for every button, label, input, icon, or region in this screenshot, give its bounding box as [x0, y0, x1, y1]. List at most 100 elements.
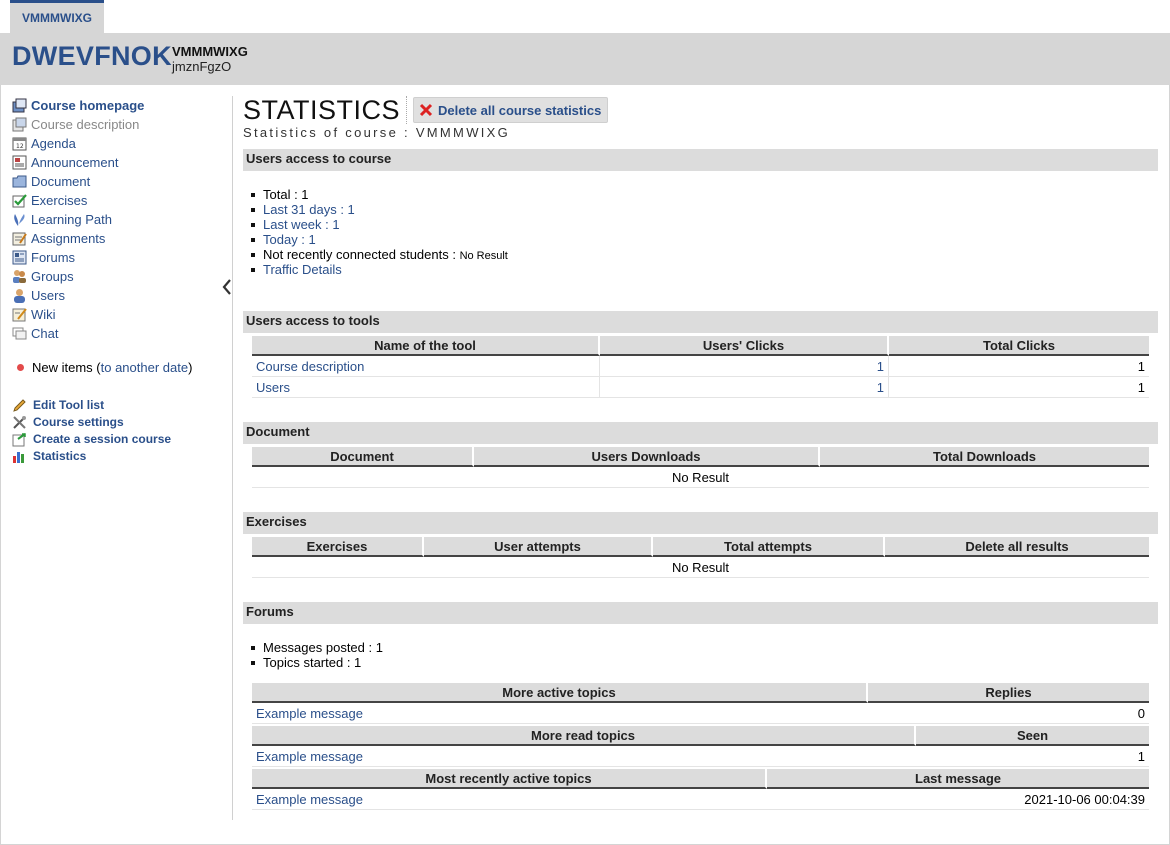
delete-x-icon [419, 103, 433, 117]
users-clicks-cell[interactable]: 1 [600, 356, 889, 377]
sidebar-item-learning-path[interactable]: Learning Path [12, 210, 227, 229]
sidebar-item-label: Course homepage [31, 98, 145, 113]
topic-cell[interactable]: Example message [252, 703, 868, 724]
col-total-clicks: Total Clicks [889, 336, 1149, 356]
sidebar-item-chat[interactable]: Chat [12, 324, 227, 343]
sidebar-divider [232, 96, 233, 820]
replies-cell: 0 [868, 703, 1149, 724]
empty-cell: No Result [252, 557, 1149, 578]
access-total: Total : 1 [251, 187, 508, 202]
sidebar-item-announcement[interactable]: Announcement [12, 153, 227, 172]
col-more-active-topics: More active topics [252, 683, 868, 703]
col-total-downloads: Total Downloads [820, 447, 1149, 467]
topics-started: Topics started : 1 [251, 655, 383, 670]
access-not-recent: Not recently connected students : No Res… [251, 247, 508, 262]
section-users-access-course: Users access to course [243, 149, 1158, 171]
section-forums: Forums [243, 602, 1158, 624]
document-table: Document Users Downloads Total Downloads… [252, 447, 1149, 488]
calendar-icon: 12 [12, 137, 27, 151]
exercises-table: Exercises User attempts Total attempts D… [252, 537, 1149, 578]
course-code: VMMMWIXG [172, 44, 248, 59]
traffic-details-link[interactable]: Traffic Details [263, 262, 342, 277]
last-week-link[interactable]: Last week : 1 [263, 217, 340, 232]
access-today[interactable]: Today : 1 [251, 232, 508, 247]
today-link[interactable]: Today : 1 [263, 232, 316, 247]
col-total-attempts: Total attempts [653, 537, 885, 557]
messages-posted: Messages posted : 1 [251, 640, 383, 655]
active-topics-table: More active topics Replies Example messa… [252, 683, 1149, 724]
access-traffic[interactable]: Traffic Details [251, 262, 508, 277]
col-document: Document [252, 447, 474, 467]
access-total-label: Total : [263, 187, 302, 202]
home-icon [12, 98, 27, 113]
learning-path-icon [14, 214, 25, 226]
sidebar-item-wiki[interactable]: Wiki [12, 305, 227, 324]
topic-cell[interactable]: Example message [252, 746, 916, 767]
tool-link[interactable]: Users [256, 380, 290, 395]
course-settings-link[interactable]: Course settings [12, 414, 227, 431]
tool-name-cell[interactable]: Users [252, 377, 600, 398]
sidebar-item-label: Chat [31, 326, 59, 341]
user-icon [14, 289, 25, 303]
tool-name-cell[interactable]: Course description [252, 356, 600, 377]
admin-item-label: Course settings [33, 415, 124, 429]
table-row: Users 1 1 [252, 377, 1149, 398]
topic-link[interactable]: Example message [256, 749, 363, 764]
col-users-downloads: Users Downloads [474, 447, 820, 467]
access-list: Total : 1 Last 31 days : 1 Last week : 1… [251, 187, 508, 277]
empty-cell: No Result [252, 467, 1149, 488]
sidebar-item-exercises[interactable]: Exercises [12, 191, 227, 210]
col-user-attempts: User attempts [424, 537, 653, 557]
users-clicks-link[interactable]: 1 [877, 380, 884, 395]
table-row: Example message 1 [252, 746, 1149, 767]
create-session-course-link[interactable]: Create a session course [12, 431, 227, 448]
topic-link[interactable]: Example message [256, 706, 363, 721]
new-items-suffix: ) [188, 359, 193, 375]
total-clicks-cell: 1 [889, 377, 1149, 398]
table-row: Example message 2021-10-06 00:04:39 [252, 789, 1149, 810]
last-31-days-link[interactable]: Last 31 days : 1 [263, 202, 355, 217]
topic-cell[interactable]: Example message [252, 789, 767, 810]
sidebar-item-assignments[interactable]: Assignments [12, 229, 227, 248]
edit-tool-list-link[interactable]: Edit Tool list [12, 397, 227, 414]
sidebar-item-agenda[interactable]: 12 Agenda [12, 134, 227, 153]
sidebar-item-label: Learning Path [31, 212, 112, 227]
sidebar-item-document[interactable]: Document [12, 172, 227, 191]
tool-link[interactable]: Course description [256, 359, 364, 374]
sidebar-item-label: Wiki [31, 307, 56, 322]
table-header-row: Name of the tool Users' Clicks Total Cli… [252, 336, 1149, 356]
svg-text:12: 12 [16, 143, 24, 150]
admin-item-label: Statistics [33, 449, 87, 463]
delete-all-stats-label: Delete all course statistics [438, 102, 602, 118]
table-row: No Result [252, 467, 1149, 488]
sidebar-item-course-homepage[interactable]: Course homepage [12, 96, 227, 115]
admin-tools: Edit Tool list Course settings Create a … [12, 397, 227, 465]
sidebar-item-forums[interactable]: Forums [12, 248, 227, 267]
table-header-row: Most recently active topics Last message [252, 769, 1149, 789]
users-clicks-cell[interactable]: 1 [600, 377, 889, 398]
site-title[interactable]: DWEVFNOK [12, 41, 172, 72]
table-header-row: More read topics Seen [252, 726, 1149, 746]
col-more-read-topics: More read topics [252, 726, 916, 746]
main-content: STATISTICS Delete all course statistics … [243, 94, 1158, 810]
table-header-row: Document Users Downloads Total Downloads [252, 447, 1149, 467]
delete-all-stats-button[interactable]: Delete all course statistics [413, 97, 609, 123]
seen-cell: 1 [916, 746, 1149, 767]
sidebar-item-label: Forums [31, 250, 76, 265]
sidebar-item-users[interactable]: Users [12, 286, 227, 305]
access-last-31-days[interactable]: Last 31 days : 1 [251, 202, 508, 217]
course-tab[interactable]: VMMMWIXG [10, 0, 104, 33]
another-date-link[interactable]: to another date [101, 360, 188, 375]
access-last-week[interactable]: Last week : 1 [251, 217, 508, 232]
sidebar: Course homepage Course description 12 Ag… [12, 96, 227, 465]
sidebar-item-course-description[interactable]: Course description [12, 115, 227, 134]
forum-stats-list: Messages posted : 1 Topics started : 1 [251, 640, 383, 670]
topic-link[interactable]: Example message [256, 792, 363, 807]
admin-item-label: Create a session course [33, 432, 172, 446]
sidebar-item-groups[interactable]: Groups [12, 267, 227, 286]
collapse-sidebar-arrow-icon[interactable] [221, 278, 233, 296]
description-icon [12, 117, 27, 132]
users-clicks-link[interactable]: 1 [877, 359, 884, 374]
table-row: No Result [252, 557, 1149, 578]
statistics-link[interactable]: Statistics [12, 448, 227, 465]
